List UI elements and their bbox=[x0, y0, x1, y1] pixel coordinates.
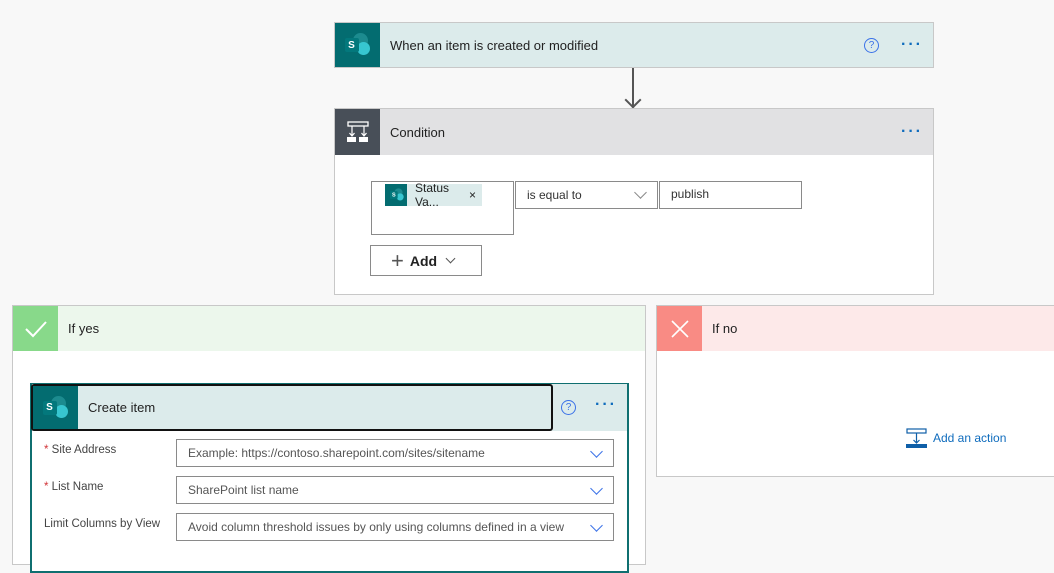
condition-title: Condition bbox=[390, 124, 445, 140]
create-item-card: S Create item ? ··· * Site Address Examp… bbox=[30, 383, 629, 573]
list-name-dropdown[interactable]: SharePoint list name bbox=[176, 476, 614, 504]
sharepoint-icon: S bbox=[33, 386, 78, 429]
help-icon[interactable]: ? bbox=[864, 37, 880, 53]
limit-columns-dropdown[interactable]: Avoid column threshold issues by only us… bbox=[176, 513, 614, 541]
if-yes-title: If yes bbox=[68, 321, 100, 336]
add-label: Add bbox=[409, 252, 438, 269]
condition-icon bbox=[335, 109, 380, 155]
plus-icon: + bbox=[391, 247, 404, 273]
trigger-title: When an item is created or modified bbox=[390, 37, 599, 53]
operator-value: is equal to bbox=[527, 188, 582, 202]
add-an-action-label: Add an action bbox=[933, 431, 1007, 445]
close-x-icon bbox=[657, 306, 702, 351]
chevron-down-icon bbox=[590, 445, 603, 458]
token-chip[interactable]: S Status Va... × bbox=[385, 181, 482, 209]
trigger-card[interactable]: S When an item is created or modified ? … bbox=[334, 22, 934, 68]
chevron-down-icon bbox=[634, 186, 647, 199]
add-button[interactable]: + Add bbox=[370, 245, 482, 276]
more-options-icon[interactable]: ··· bbox=[901, 123, 923, 141]
if-no-title: If no bbox=[712, 321, 738, 336]
sharepoint-icon: S bbox=[335, 23, 380, 67]
add-action-icon bbox=[906, 428, 927, 448]
condition-left-operand[interactable]: S Status Va... × bbox=[371, 181, 514, 235]
more-options-icon[interactable]: ··· bbox=[595, 396, 617, 414]
site-address-label: * Site Address bbox=[44, 444, 117, 456]
create-item-title: Create item bbox=[88, 400, 156, 415]
condition-value: publish bbox=[671, 187, 710, 201]
limit-columns-label: Limit Columns by View bbox=[44, 518, 161, 530]
remove-token-icon[interactable]: × bbox=[469, 188, 476, 202]
site-address-placeholder: Example: https://contoso.sharepoint.com/… bbox=[188, 446, 485, 460]
limit-columns-placeholder: Avoid column threshold issues by only us… bbox=[188, 520, 564, 534]
condition-card: Condition ··· S Status Va... × is equal … bbox=[334, 108, 934, 295]
help-icon[interactable]: ? bbox=[561, 400, 576, 415]
arrow-head bbox=[624, 91, 642, 109]
more-options-icon[interactable]: ··· bbox=[901, 36, 923, 54]
site-address-dropdown[interactable]: Example: https://contoso.sharepoint.com/… bbox=[176, 439, 614, 467]
create-item-header[interactable]: S Create item bbox=[31, 384, 553, 431]
list-name-label: * List Name bbox=[44, 481, 104, 493]
list-name-placeholder: SharePoint list name bbox=[188, 483, 299, 497]
add-an-action-button[interactable]: Add an action bbox=[906, 428, 1006, 448]
condition-value-input[interactable]: publish bbox=[659, 181, 802, 209]
chevron-down-icon bbox=[445, 253, 456, 264]
if-no-branch: If no Add an action bbox=[656, 305, 1054, 477]
token-label: Status Va... bbox=[415, 181, 450, 209]
chevron-down-icon bbox=[590, 519, 603, 532]
chevron-down-icon bbox=[590, 482, 603, 495]
sharepoint-icon: S bbox=[385, 184, 407, 206]
checkmark-icon bbox=[13, 306, 58, 351]
operator-dropdown[interactable]: is equal to bbox=[515, 181, 658, 209]
